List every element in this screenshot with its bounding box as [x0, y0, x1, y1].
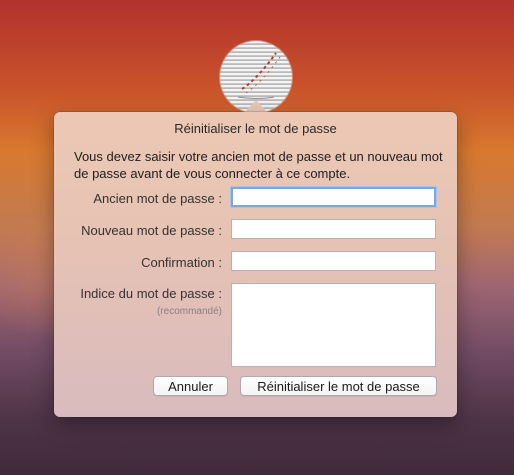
password-hint-sublabel: (recommandé) — [156, 306, 222, 317]
password-hint-label: Indice du mot de passe : — [80, 286, 222, 301]
dialog-message: Vous devez saisir votre ancien mot de pa… — [74, 149, 443, 181]
old-password-field[interactable] — [231, 187, 436, 207]
confirmation-field[interactable] — [231, 251, 436, 271]
reset-password-dialog: Réinitialiser le mot de passe Vous devez… — [54, 112, 457, 417]
reset-password-button[interactable]: Réinitialiser le mot de passe — [240, 376, 437, 396]
old-password-label: Ancien mot de passe : — [93, 191, 222, 206]
confirmation-label: Confirmation : — [141, 255, 222, 270]
new-password-label: Nouveau mot de passe : — [81, 223, 222, 238]
dialog-title: Réinitialiser le mot de passe — [174, 121, 337, 136]
cancel-button[interactable]: Annuler — [153, 376, 228, 396]
new-password-field[interactable] — [231, 219, 436, 239]
password-hint-field[interactable] — [231, 283, 436, 367]
